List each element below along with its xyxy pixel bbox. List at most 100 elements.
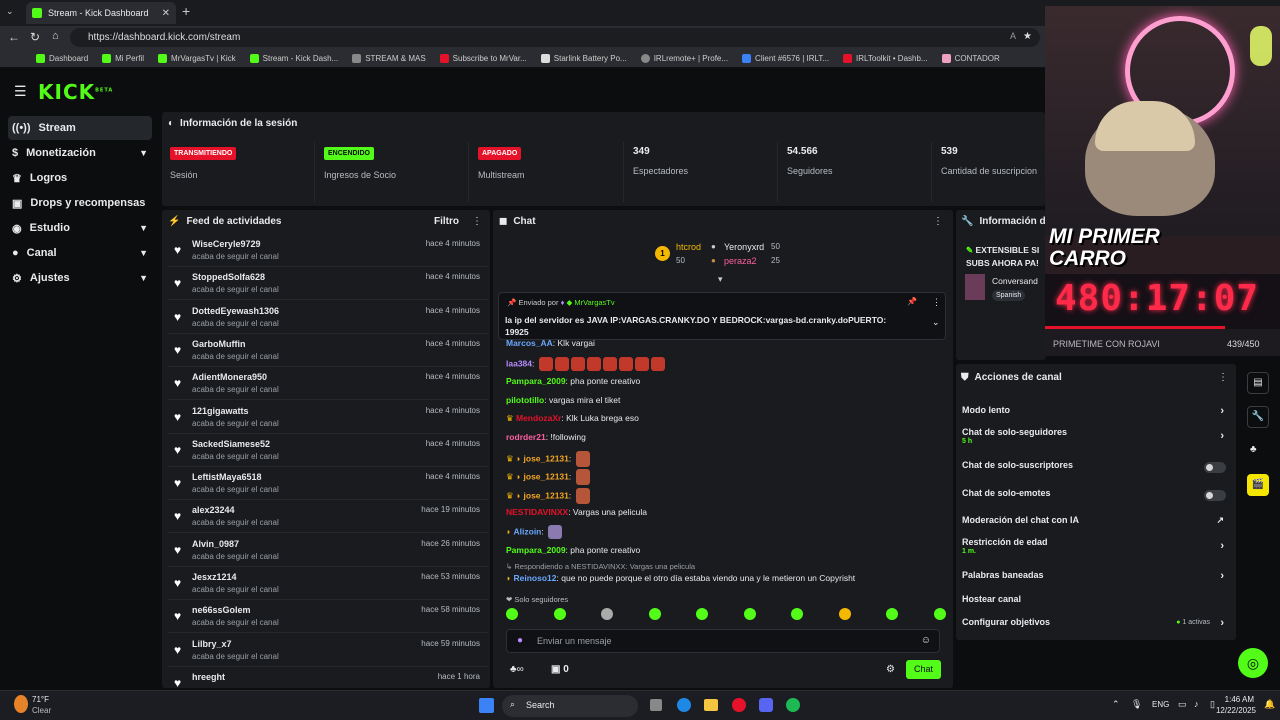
emote-icon[interactable] — [601, 608, 614, 620]
emote-icon[interactable] — [886, 608, 899, 620]
chat-username[interactable]: Pampara_2009 — [506, 545, 566, 555]
chat-username[interactable]: MendozaXr — [516, 413, 561, 423]
task-view-icon[interactable] — [650, 699, 662, 711]
activity-row[interactable]: ♥ Lilbry_x7 acaba de seguir el canal hace 5… — [168, 634, 488, 667]
emote-icon[interactable] — [648, 608, 661, 620]
chat-username[interactable]: jose_12131 — [524, 453, 569, 463]
notification-icon[interactable]: 🔔 — [1264, 699, 1275, 710]
read-aloud-icon[interactable]: A — [1010, 31, 1016, 41]
more-options-icon[interactable]: ⋮ — [933, 216, 943, 227]
clapper-icon[interactable]: 🎬 — [1247, 474, 1269, 496]
close-tab-icon[interactable]: ✕ — [162, 8, 170, 19]
sidebar-item-drops[interactable]: ▣ Drops y recompensas — [8, 191, 152, 215]
chat-username[interactable]: Marcos_AA — [506, 338, 553, 348]
sidebar-item-estudio[interactable]: ◉ Estudio ▼ — [8, 216, 152, 240]
activity-row[interactable]: ♥ 121gigawatts acaba de seguir el canal hac… — [168, 401, 488, 434]
wrench-icon[interactable]: 🔧 — [1247, 406, 1269, 428]
layout-icon[interactable]: ▤ — [1247, 372, 1269, 394]
send-chat-button[interactable]: Chat — [906, 660, 941, 679]
chat-settings-icon[interactable]: ⚙ — [886, 664, 895, 675]
chat-username[interactable]: jose_12131 — [524, 471, 569, 481]
top-gifter-name[interactable]: peraza2 — [724, 256, 757, 266]
follower-name[interactable]: StoppedSolfa628 — [192, 272, 265, 282]
emoji-icon[interactable]: ☺ — [921, 635, 931, 646]
chat-input[interactable]: ● Enviar un mensaje ☺ — [506, 629, 940, 653]
bookmark-item[interactable]: Client #6576 | IRLT... — [742, 54, 829, 63]
bookmark-item[interactable]: IRLToolkit • Dashb... — [843, 54, 928, 63]
bookmark-item[interactable]: IRLremote+ | Profe... — [640, 54, 728, 63]
chevron-right-icon[interactable]: › — [1220, 570, 1224, 582]
follower-name[interactable]: DottedEyewash1306 — [192, 306, 279, 316]
top-gifter-name[interactable]: Yeronyxrd — [724, 242, 764, 252]
channel-action-row[interactable]: Hostear canal — [962, 594, 1232, 608]
chevron-right-icon[interactable]: › — [1220, 540, 1224, 552]
expand-chevron-icon[interactable]: ⌄ — [932, 317, 940, 328]
emote-icon[interactable] — [933, 608, 946, 620]
follower-name[interactable]: 121gigawatts — [192, 406, 249, 416]
language-indicator[interactable]: ENG — [1152, 700, 1169, 709]
follower-name[interactable]: ne66ssGolem — [192, 605, 251, 615]
bookmark-item[interactable]: Starlink Battery Po... — [540, 54, 627, 63]
sidebar-item-monetizacion[interactable]: $ Monetización ▼ — [8, 141, 152, 165]
follower-name[interactable]: Lilbry_x7 — [192, 639, 232, 649]
emote-icon[interactable] — [553, 608, 566, 620]
activity-row[interactable]: ♥ SackedSiamese52 acaba de seguir el canal… — [168, 434, 488, 467]
channel-action-row[interactable]: Configurar objetivos › ● 1 activas — [962, 617, 1232, 631]
volume-icon[interactable]: ♪ — [1194, 699, 1199, 709]
follower-name[interactable]: SackedSiamese52 — [192, 439, 270, 449]
chevron-down-icon[interactable]: ▾ — [718, 274, 723, 285]
chat-username[interactable]: NESTIDAVINXX — [506, 507, 568, 517]
emote-icon[interactable] — [506, 608, 518, 620]
chevron-right-icon[interactable]: › — [1220, 430, 1224, 442]
activity-row[interactable]: ♥ DottedEyewash1306 acaba de seguir el can… — [168, 301, 488, 334]
activity-row[interactable]: ♥ AdientMonera950 acaba de seguir el canal… — [168, 367, 488, 401]
clock-date[interactable]: 12/22/2025 — [1212, 706, 1256, 715]
follower-name[interactable]: Jesxz1214 — [192, 572, 237, 582]
points-icon[interactable]: ♣ — [1250, 444, 1257, 455]
chat-username[interactable]: jose_12131 — [524, 490, 569, 500]
channel-action-row[interactable]: Moderación del chat con IA ↗ — [962, 515, 1232, 529]
hamburger-menu-icon[interactable]: ☰ — [14, 83, 27, 100]
tab-kick-dashboard[interactable]: Stream - Kick Dashboard ✕ — [26, 2, 176, 24]
toggle-switch[interactable] — [1204, 462, 1226, 473]
channel-action-row[interactable]: Palabras baneadas › — [962, 570, 1232, 584]
discord-icon[interactable] — [759, 698, 773, 712]
chat-username[interactable]: pilototillo — [506, 395, 544, 405]
bookmark-item[interactable]: Dashboard — [36, 54, 88, 63]
chrome-icon[interactable] — [732, 698, 746, 712]
points-icon[interactable]: ♣∞ — [510, 664, 524, 675]
channel-action-row[interactable]: Restricción de edad 1 m. › — [962, 537, 1232, 561]
windows-start-icon[interactable] — [479, 698, 494, 713]
support-chat-button[interactable]: ◎ — [1238, 648, 1268, 678]
channel-action-row[interactable]: Modo lento › — [962, 405, 1232, 419]
follower-name[interactable]: LeftistMaya6518 — [192, 472, 262, 482]
channel-action-row[interactable]: Chat de solo-emotes — [962, 488, 1232, 502]
emote-icon[interactable] — [838, 608, 851, 620]
more-options-icon[interactable]: ⋮ — [472, 216, 482, 227]
follower-name[interactable]: Alvin_0987 — [192, 539, 239, 549]
channel-action-row[interactable]: Chat de solo-suscriptores — [962, 460, 1232, 474]
back-icon[interactable]: ← — [8, 30, 20, 44]
activity-row[interactable]: ♥ GarboMuffin acaba de seguir el canal hace… — [168, 334, 488, 367]
more-options-icon[interactable]: ⋮ — [1218, 372, 1228, 383]
chat-username[interactable]: rodrder21 — [506, 432, 546, 442]
top-gifter-name[interactable]: htcrod — [676, 242, 701, 252]
activity-row[interactable]: ♥ LeftistMaya6518 acaba de seguir el canal… — [168, 467, 488, 501]
bookmark-item[interactable]: CONTADOR — [941, 54, 1000, 63]
sidebar-item-stream[interactable]: ((•)) Stream — [8, 116, 152, 140]
external-link-icon[interactable]: ↗ — [1216, 515, 1224, 526]
edge-icon[interactable] — [677, 698, 691, 712]
bookmark-item[interactable]: Mi Perfil — [102, 54, 144, 63]
emote-icon[interactable] — [696, 608, 709, 620]
chevron-right-icon[interactable]: › — [1220, 617, 1224, 629]
activity-row[interactable]: ♥ Alvin_0987 acaba de seguir el canal hace … — [168, 534, 488, 567]
tab-list-icon[interactable]: ⌄ — [6, 6, 14, 17]
favorite-star-icon[interactable]: ★ — [1023, 31, 1032, 42]
channel-action-row[interactable]: Chat de solo-seguidores 5 h › — [962, 427, 1232, 451]
gift-count[interactable]: ▣ 0 — [551, 664, 569, 675]
sidebar-item-canal[interactable]: ● Canal ▼ — [8, 241, 152, 265]
activity-row[interactable]: ♥ Jesxz1214 acaba de seguir el canal hace 5… — [168, 567, 488, 600]
chat-username[interactable]: Pampara_2009 — [506, 376, 566, 386]
chat-username[interactable]: laa384 — [506, 358, 532, 368]
emote-icon[interactable] — [791, 608, 804, 620]
